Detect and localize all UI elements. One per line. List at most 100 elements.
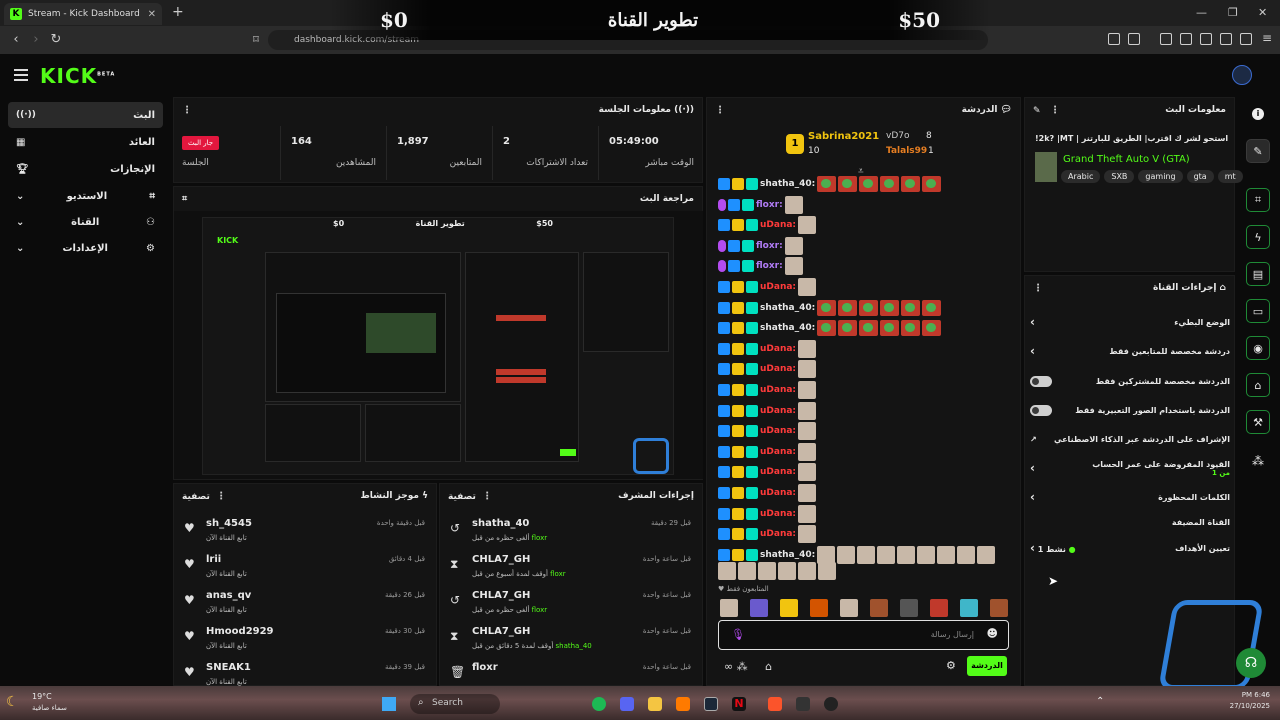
emote-icon[interactable] [798,463,817,482]
banned-words-option[interactable]: الكلمات المحظورة › [1030,487,1230,507]
chat-tool-icon[interactable]: ▭ [1246,299,1270,323]
scan-icon[interactable]: ⌗ [182,194,187,204]
kick-logo[interactable]: KICKBETA [40,64,115,88]
close-window-button[interactable]: ✕ [1258,6,1267,19]
emote-icon[interactable] [798,442,817,461]
chat-username[interactable]: floxr: [756,241,783,251]
emote-icon[interactable] [720,599,738,617]
mod-target[interactable]: CHLA7_GH [472,554,530,565]
scan-tool-icon[interactable]: ⌗ [1246,188,1270,212]
extension-icon[interactable] [1108,33,1120,45]
leader-name[interactable]: Sabrina2021 [808,131,879,142]
filter-button[interactable]: تصفية [182,492,210,502]
chat-username[interactable]: uDana: [760,447,796,457]
reload-icon[interactable]: ↻ [48,32,64,48]
emote-icon[interactable] [901,299,921,316]
emote-icon[interactable] [817,176,837,192]
chat-username[interactable]: shatha_40: [760,303,815,313]
reader-icon[interactable] [1128,33,1140,45]
sidebar-item-channel[interactable]: ⚇ القناة ⌄ [8,209,163,235]
emote-icon[interactable] [977,545,996,564]
music-icon[interactable] [1160,33,1172,45]
mod-name[interactable]: floxr [532,606,548,614]
stream-preview-video[interactable]: $0 تطوير القناة $50 KICK [174,211,703,479]
emote-icon[interactable] [718,562,736,581]
emote-icon[interactable] [778,562,796,581]
emote-icon[interactable] [798,339,817,358]
mod-target[interactable]: CHLA7_GH [472,626,530,637]
edit-icon[interactable]: ✎ [1033,106,1041,116]
chat-input[interactable]: 🎙︎ إرسال رسالة ☻ [718,620,1009,650]
chat-username[interactable]: uDana: [760,364,796,374]
mod-target[interactable]: CHLA7_GH [472,590,530,601]
emote-icon[interactable] [838,176,858,192]
emote-icon[interactable] [990,599,1008,617]
activity-username[interactable]: anas_qv [206,590,251,601]
netflix-icon[interactable]: N [732,697,746,711]
filter-button[interactable]: تصفية [448,492,476,502]
minimize-button[interactable]: — [1196,6,1207,19]
emote-icon[interactable] [960,599,978,617]
weather-widget[interactable]: ☾ 19°C سماء صافية [6,692,67,716]
chat-username[interactable]: uDana: [760,529,796,539]
chat-username[interactable]: shatha_40: [760,323,815,333]
game-name[interactable]: Grand Theft Auto V (GTA) [1063,154,1190,165]
emote-icon[interactable] [838,299,858,316]
spotify-icon[interactable] [592,697,606,711]
emote-icon[interactable] [900,599,918,617]
tag[interactable]: SXB [1104,170,1135,183]
emoji-icon[interactable]: ☻ [987,627,998,640]
sidebar-item-stream[interactable]: البث ((·)) [8,102,163,128]
edit-tool-icon[interactable]: ✎ [1246,139,1270,163]
game-thumbnail[interactable] [1035,152,1057,182]
emote-icon[interactable] [798,278,817,296]
tag[interactable]: mt [1217,170,1243,183]
emote-icon[interactable] [798,422,817,441]
chat-username[interactable]: uDana: [760,385,796,395]
more-options-icon[interactable]: ⋮ [715,105,725,116]
more-options-icon[interactable]: ⋮ [482,491,492,502]
app-icon[interactable] [676,697,690,711]
bolt-tool-icon[interactable]: ϟ [1246,225,1270,249]
emote-icon[interactable] [880,176,900,192]
steam-icon[interactable] [704,697,718,711]
emote-icon[interactable] [901,320,921,337]
emote-icon[interactable] [798,401,817,420]
chat-username[interactable]: shatha_40: [760,550,815,560]
info-icon[interactable]: i [1252,108,1264,120]
emote-icon[interactable] [784,257,803,276]
emote-icon[interactable] [922,176,942,192]
emote-icon[interactable] [758,562,776,581]
activity-username[interactable]: sh_4545 [206,518,252,529]
tray-chevron-icon[interactable]: ⌃ [1096,696,1104,707]
bookmark-icon[interactable]: ⌑ [248,32,264,48]
emote-icon[interactable] [780,599,798,617]
sidebar-icon[interactable] [1180,33,1192,45]
chat-username[interactable]: uDana: [760,282,796,292]
chat-username[interactable]: uDana: [760,509,796,519]
forward-icon[interactable]: › [28,32,44,48]
emote-icon[interactable] [922,299,942,316]
chat-username[interactable]: uDana: [760,467,796,477]
mod-name[interactable]: floxr [550,570,566,578]
tag[interactable]: gta [1186,170,1214,183]
chat-username[interactable]: shatha_40: [760,179,815,189]
emote-icon[interactable] [817,299,837,316]
emote-icon[interactable] [880,299,900,316]
emote-icon[interactable] [798,525,817,544]
emotes-only-toggle[interactable] [1030,404,1052,416]
browser-menu-icon[interactable]: ≡ [1262,31,1272,45]
store-tool-icon[interactable]: ⌂ [1246,373,1270,397]
maximize-button[interactable]: ❐ [1228,6,1238,19]
infinity-icon[interactable]: ∞ [724,660,733,673]
leader-name[interactable]: Talals99 [886,146,927,156]
notes-tool-icon[interactable]: ▤ [1246,262,1270,286]
more-options-icon[interactable]: ⋮ [1050,105,1060,116]
emote-icon[interactable] [870,599,888,617]
clock[interactable]: PM 6:46 27/10/2025 [1210,691,1270,710]
more-options-icon[interactable]: ⋮ [1033,283,1043,294]
account-age-option[interactable]: القيود المفروضة على عمر الحساب من 1 › [1030,456,1230,480]
emote-icon[interactable] [798,484,817,502]
mod-target[interactable]: shatha_40 [472,518,529,529]
emote-icon[interactable] [818,562,836,581]
